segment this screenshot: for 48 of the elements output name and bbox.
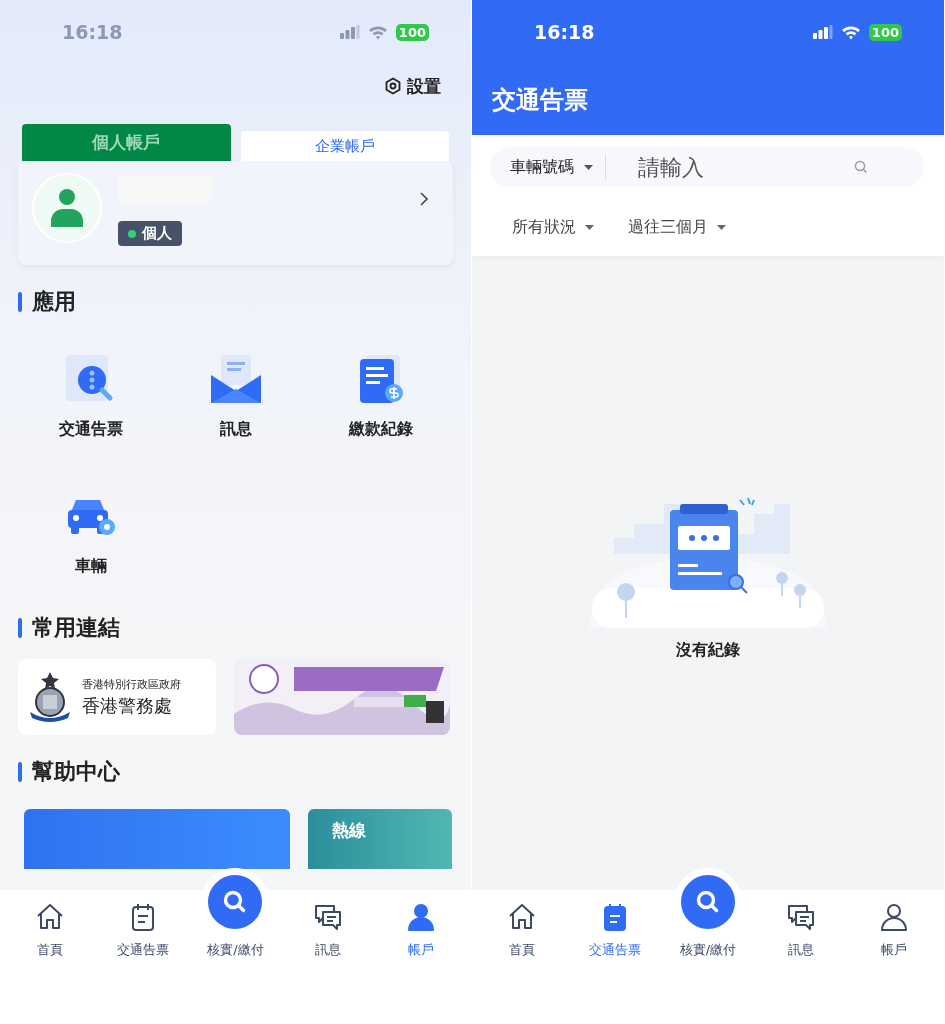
- app-shortcut[interactable]: 繳款紀錄: [308, 353, 453, 440]
- chat-icon: [785, 902, 816, 932]
- nav-tab[interactable]: 訊息: [754, 890, 848, 959]
- nav-tab[interactable]: 交通告票: [96, 890, 190, 959]
- signal-icon: [339, 25, 360, 39]
- filter-dropdown[interactable]: 過往三個月: [628, 217, 726, 238]
- account-tab[interactable]: 企業帳戶: [240, 131, 449, 161]
- section-title: 應用: [32, 288, 76, 316]
- search-bar[interactable]: 車輛號碼 請輸入: [490, 147, 924, 187]
- person-icon: [405, 902, 436, 932]
- battery-indicator: 100: [868, 23, 902, 41]
- account-type-badge: 個人: [118, 221, 182, 246]
- settings-button[interactable]: 設置: [384, 74, 441, 98]
- nav-tab[interactable]: 帳戶: [374, 890, 467, 959]
- section-title: 常用連結: [32, 614, 120, 642]
- wifi-icon: [840, 24, 861, 40]
- link-card[interactable]: 香港特別行政區政府 香港警務處: [18, 659, 216, 735]
- caret-icon: [585, 225, 594, 230]
- caret-icon: [584, 164, 593, 170]
- search-input[interactable]: 請輸入: [636, 153, 854, 181]
- person-icon: [878, 902, 909, 932]
- nav-tab[interactable]: 首頁: [476, 890, 569, 959]
- nav-tab[interactable]: 核實/繳付: [189, 868, 282, 959]
- wifi-icon: [367, 24, 388, 40]
- page-title: 交通告票: [492, 84, 588, 116]
- link-title: 香港警務處: [82, 693, 173, 718]
- nav-tab[interactable]: 訊息: [281, 890, 375, 959]
- nav-tab[interactable]: 帳戶: [847, 890, 940, 959]
- app-shortcut[interactable]: 車輛: [18, 490, 163, 577]
- search-icon: [854, 160, 868, 174]
- filter-dropdown[interactable]: 所有狀況: [512, 217, 594, 238]
- caret-icon: [717, 225, 726, 230]
- status-time: 16:18: [534, 21, 595, 43]
- nav-tab[interactable]: 首頁: [4, 890, 97, 959]
- search-type-dropdown[interactable]: 車輛號碼: [510, 156, 593, 178]
- nav-tab[interactable]: 核實/繳付: [661, 868, 755, 959]
- app-shortcut[interactable]: 訊息: [163, 353, 308, 440]
- section-title: 幫助中心: [32, 758, 120, 786]
- nav-tab[interactable]: 交通告票: [568, 890, 662, 959]
- settings-icon: [384, 77, 402, 95]
- signal-icon: [812, 25, 833, 39]
- link-subtitle: 香港特別行政區政府: [82, 676, 181, 692]
- chevron-right-icon: [419, 191, 429, 207]
- empty-state-text: 沒有紀錄: [676, 640, 740, 661]
- chat-icon: [313, 902, 344, 932]
- status-time: 16:18: [62, 21, 123, 43]
- battery-indicator: 100: [395, 23, 429, 41]
- app-shortcut[interactable]: 交通告票: [18, 353, 163, 440]
